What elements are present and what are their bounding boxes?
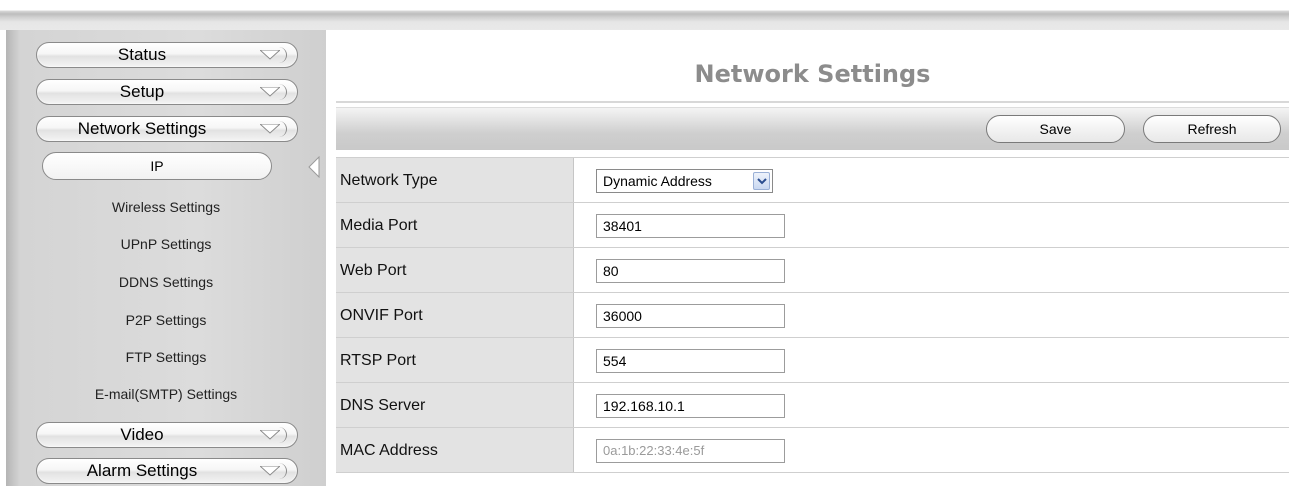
sidebar-item-ip[interactable]: IP — [42, 152, 272, 180]
web-port-cell: 80 — [574, 248, 1289, 292]
web-port-label: Web Port — [336, 248, 574, 292]
network-settings-table: Network Type Dynamic Address Media Port … — [336, 157, 1289, 473]
network-type-label: Network Type — [336, 158, 574, 202]
triangle-down-icon — [254, 463, 287, 479]
sidebar-item-ddns-settings[interactable]: DDNS Settings — [36, 274, 296, 290]
title-divider — [336, 101, 1289, 103]
save-button[interactable]: Save — [986, 115, 1125, 143]
table-row: DNS Server 192.168.10.1 — [336, 383, 1289, 428]
network-type-select[interactable]: Dynamic Address — [596, 169, 773, 193]
refresh-button[interactable]: Refresh — [1143, 115, 1281, 143]
top-banner — [0, 0, 1289, 30]
triangle-down-icon — [254, 84, 287, 100]
dns-server-input[interactable]: 192.168.10.1 — [596, 394, 785, 418]
sidebar-item-p2p-settings[interactable]: P2P Settings — [36, 312, 296, 328]
sidebar-item-ip-label: IP — [150, 158, 164, 174]
menu-network-settings[interactable]: Network Settings — [36, 116, 298, 142]
table-row: Web Port 80 — [336, 248, 1289, 293]
menu-status-label: Status — [117, 45, 167, 64]
table-row: RTSP Port 554 — [336, 338, 1289, 383]
triangle-down-icon — [254, 47, 287, 63]
table-row: Network Type Dynamic Address — [336, 157, 1289, 203]
onvif-port-label: ONVIF Port — [336, 293, 574, 337]
menu-network-settings-label: Network Settings — [77, 119, 207, 138]
onvif-port-input[interactable]: 36000 — [596, 304, 785, 328]
onvif-port-cell: 36000 — [574, 293, 1289, 337]
menu-video-label: Video — [120, 425, 164, 444]
dns-server-cell: 192.168.10.1 — [574, 383, 1289, 427]
menu-alarm-settings[interactable]: Alarm Settings — [36, 458, 298, 484]
chevron-down-icon[interactable] — [753, 172, 770, 190]
triangle-left-icon — [308, 156, 320, 178]
sidebar-item-wireless-settings[interactable]: Wireless Settings — [36, 199, 296, 215]
mac-address-field: 0a:1b:22:33:4e:5f — [596, 439, 785, 463]
sidebar: Status Setup Network Settings IP Wireles… — [6, 30, 326, 486]
mac-address-label: MAC Address — [336, 428, 574, 472]
table-row: Media Port 38401 — [336, 203, 1289, 248]
rtsp-port-input[interactable]: 554 — [596, 349, 785, 373]
menu-setup-label: Setup — [119, 82, 165, 101]
menu-status[interactable]: Status — [36, 42, 298, 68]
sidebar-item-email-smtp-settings[interactable]: E-mail(SMTP) Settings — [36, 386, 296, 402]
media-port-label: Media Port — [336, 203, 574, 247]
mac-address-cell: 0a:1b:22:33:4e:5f — [574, 428, 1289, 472]
menu-alarm-settings-label: Alarm Settings — [86, 461, 198, 480]
page-title: Network Settings — [694, 60, 931, 88]
menu-setup[interactable]: Setup — [36, 79, 298, 105]
sidebar-item-upnp-settings[interactable]: UPnP Settings — [36, 236, 296, 252]
dns-server-label: DNS Server — [336, 383, 574, 427]
table-row: ONVIF Port 36000 — [336, 293, 1289, 338]
media-port-input[interactable]: 38401 — [596, 214, 785, 238]
toolbar: Save Refresh — [336, 107, 1289, 150]
network-type-cell: Dynamic Address — [574, 158, 1289, 202]
triangle-down-icon — [254, 427, 287, 443]
rtsp-port-cell: 554 — [574, 338, 1289, 382]
media-port-cell: 38401 — [574, 203, 1289, 247]
rtsp-port-label: RTSP Port — [336, 338, 574, 382]
triangle-down-icon — [254, 121, 287, 137]
menu-video[interactable]: Video — [36, 422, 298, 448]
sidebar-item-ftp-settings[interactable]: FTP Settings — [36, 349, 296, 365]
table-row: MAC Address 0a:1b:22:33:4e:5f — [336, 428, 1289, 473]
network-type-value: Dynamic Address — [603, 173, 712, 189]
web-port-input[interactable]: 80 — [596, 259, 785, 283]
